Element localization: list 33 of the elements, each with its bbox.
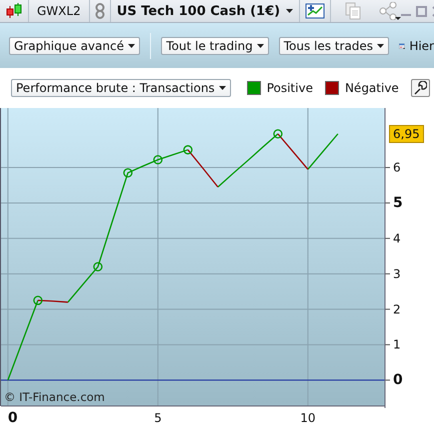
x-tick-label: 0 (8, 410, 18, 425)
copyright-text: © IT-Finance.com (4, 390, 105, 404)
metric-dropdown[interactable]: Performance brute : Transactions (11, 79, 231, 97)
link-icon[interactable] (94, 3, 105, 19)
x-tick-label: 5 (154, 411, 162, 425)
y-tick-label: 6 (393, 160, 401, 175)
y-tick-label: 0 (393, 372, 403, 388)
settings-button[interactable] (410, 79, 430, 97)
filter-dropdown[interactable]: Tout le trading (161, 36, 269, 54)
y-tick-label: 5 (393, 194, 403, 211)
legend-label: Négative (344, 81, 399, 95)
caret-icon (218, 86, 226, 90)
last-value-label: 6,95 (389, 124, 424, 143)
y-tick-label: 2 (393, 302, 401, 316)
filter-dropdown[interactable]: Tous les trades (278, 36, 390, 54)
y-tick-label: 1 (393, 338, 401, 352)
account-label: GWXL2 (36, 4, 82, 18)
y-tick-label: 4 (393, 231, 401, 246)
caret-icon (377, 44, 384, 48)
instrument-dropdown[interactable]: US Tech 100 Cash (1€) (110, 0, 300, 22)
x-tick-label: 10 (300, 411, 316, 425)
chart-add-icon[interactable] (305, 2, 326, 20)
documents-icon[interactable] (345, 2, 362, 20)
candlestick-icon[interactable] (5, 2, 23, 20)
maximize-icon[interactable] (416, 6, 428, 16)
y-tick-label: 3 (393, 266, 401, 281)
caret-icon (256, 44, 264, 48)
date-label[interactable]: Hier (409, 38, 434, 52)
caret-icon (286, 9, 294, 13)
share-icon[interactable] (379, 2, 402, 20)
filter-dropdown[interactable]: Graphique avancé (9, 36, 140, 54)
legend-label: Positive (266, 81, 313, 95)
caret-icon (128, 44, 135, 48)
